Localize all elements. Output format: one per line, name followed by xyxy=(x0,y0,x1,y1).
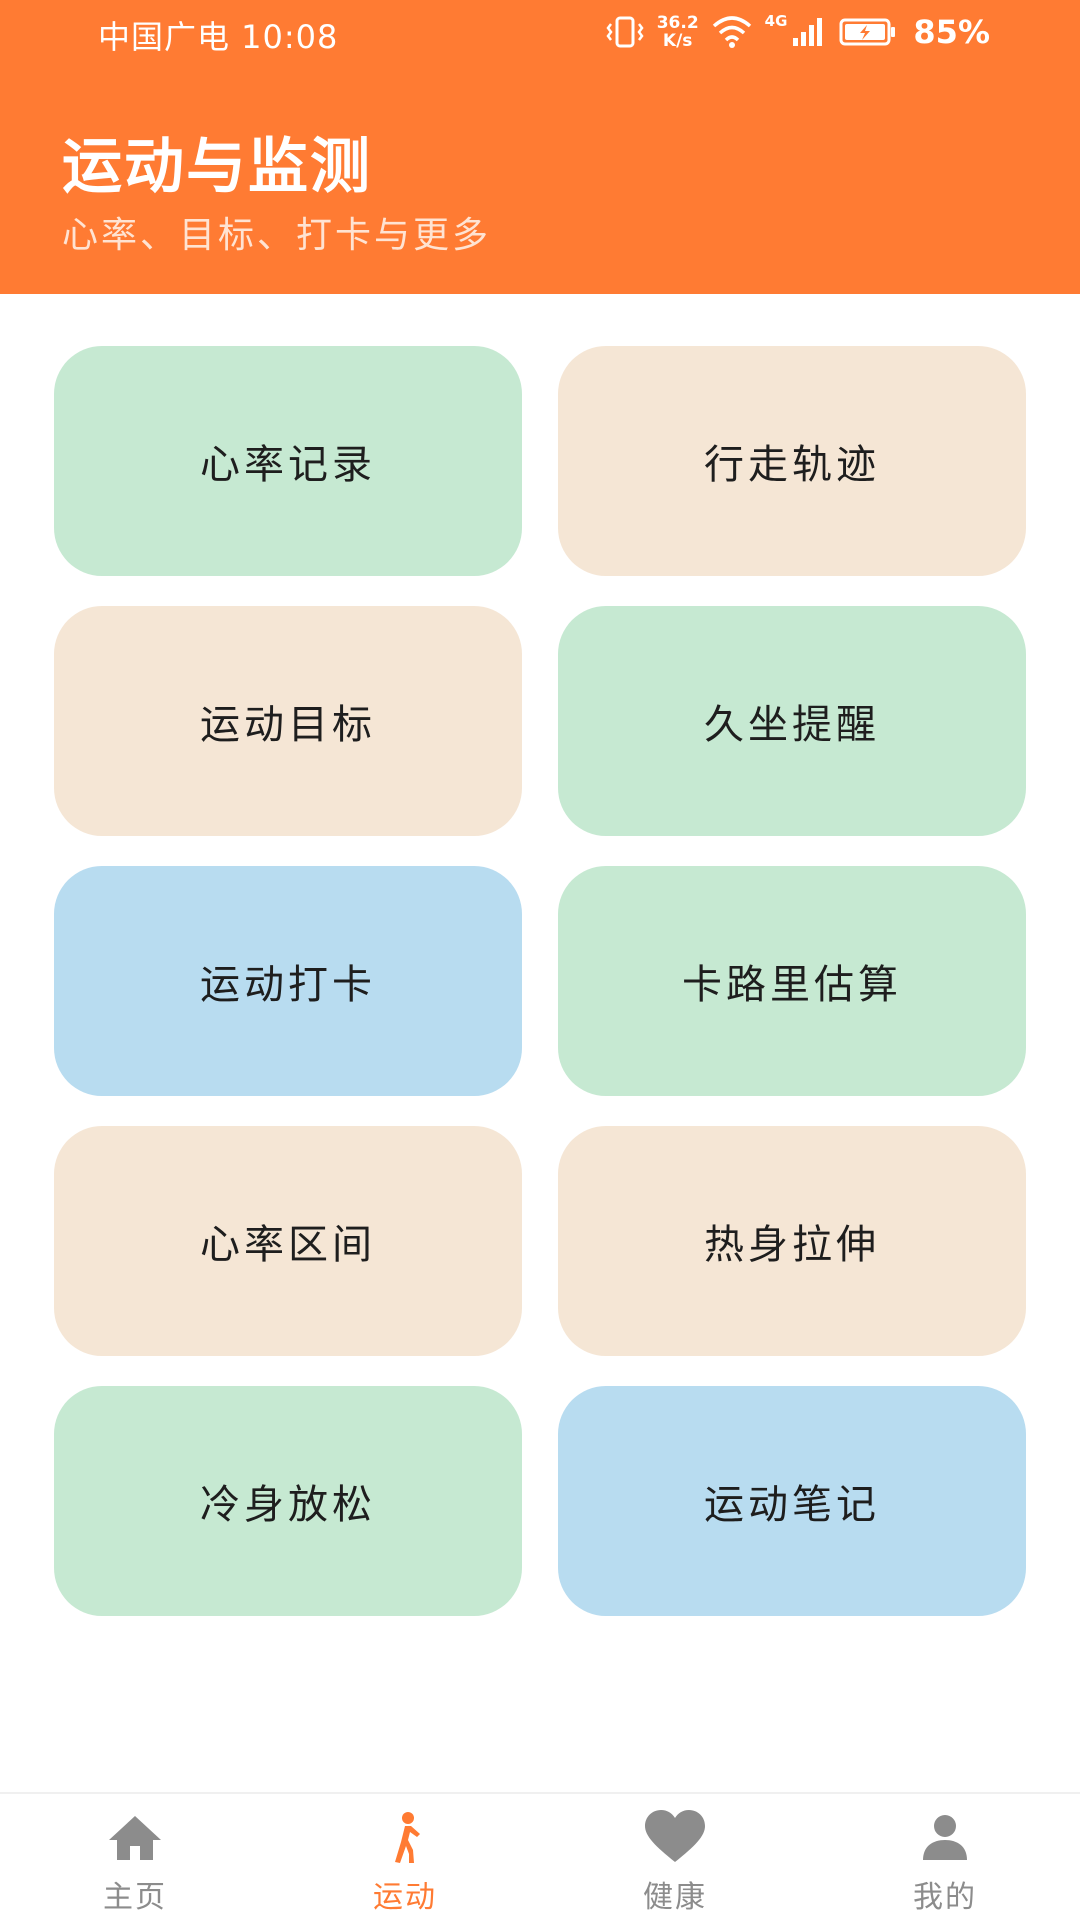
card-label: 热身拉伸 xyxy=(704,1222,880,1268)
status-icons: 36.2 K/s 4G 85% xyxy=(605,8,990,56)
app-screen: 中国广电 10:08 36.2 K/s 4G 85% 运动与监测 心率、目标、打… xyxy=(0,0,1080,1920)
status-bar: 中国广电 10:08 36.2 K/s 4G 85% xyxy=(0,0,1080,64)
card-walking-track[interactable]: 行走轨迹 xyxy=(558,346,1026,576)
card-heart-rate-zone[interactable]: 心率区间 xyxy=(54,1126,522,1356)
page-subtitle: 心率、目标、打卡与更多 xyxy=(62,215,492,256)
network-type: 4G xyxy=(764,12,788,30)
card-label: 心率区间 xyxy=(200,1222,376,1268)
signal-icon xyxy=(793,18,823,46)
home-icon xyxy=(109,1816,161,1860)
heart-icon xyxy=(645,1810,705,1862)
vibrate-icon xyxy=(606,16,644,48)
feature-grid: 心率记录 行走轨迹 运动目标 久坐提醒 运动打卡 卡路里估算 心率区间 热身拉伸… xyxy=(54,346,1026,1616)
card-label: 运动打卡 xyxy=(200,962,376,1008)
card-label: 运动笔记 xyxy=(704,1482,880,1528)
nav-mine[interactable]: 我的 xyxy=(810,1794,1080,1920)
card-check-in[interactable]: 运动打卡 xyxy=(54,866,522,1096)
person-icon xyxy=(923,1815,967,1860)
card-exercise-goal[interactable]: 运动目标 xyxy=(54,606,522,836)
net-speed: 36.2 K/s xyxy=(657,14,699,50)
card-label: 卡路里估算 xyxy=(682,962,902,1008)
card-label: 久坐提醒 xyxy=(704,702,880,748)
nav-label: 主页 xyxy=(103,1880,167,1915)
nav-exercise[interactable]: 运动 xyxy=(270,1794,540,1920)
card-warmup-stretch[interactable]: 热身拉伸 xyxy=(558,1126,1026,1356)
card-label: 冷身放松 xyxy=(200,1482,376,1528)
nav-health[interactable]: 健康 xyxy=(540,1794,810,1920)
carrier-time: 中国广电 10:08 xyxy=(98,18,339,56)
nav-label: 健康 xyxy=(643,1880,707,1915)
card-exercise-notes[interactable]: 运动笔记 xyxy=(558,1386,1026,1616)
card-label: 心率记录 xyxy=(200,442,376,488)
card-heart-rate-log[interactable]: 心率记录 xyxy=(54,346,522,576)
header: 中国广电 10:08 36.2 K/s 4G 85% 运动与监测 心率、目标、打… xyxy=(0,0,1080,294)
card-calorie-estimate[interactable]: 卡路里估算 xyxy=(558,866,1026,1096)
page-title: 运动与监测 xyxy=(62,132,372,202)
net-speed-unit: K/s xyxy=(662,31,693,51)
battery-percent: 85% xyxy=(913,13,990,51)
nav-label: 运动 xyxy=(373,1880,437,1915)
nav-label: 我的 xyxy=(913,1880,977,1915)
net-speed-value: 36.2 xyxy=(656,13,699,33)
card-cooldown[interactable]: 冷身放松 xyxy=(54,1386,522,1616)
card-label: 行走轨迹 xyxy=(704,442,880,488)
bottom-nav: 主页 运动 健康 我的 xyxy=(0,1792,1080,1920)
card-label: 运动目标 xyxy=(200,702,376,748)
nav-home[interactable]: 主页 xyxy=(0,1794,270,1920)
wifi-icon xyxy=(712,16,751,48)
card-sedentary-reminder[interactable]: 久坐提醒 xyxy=(558,606,1026,836)
running-icon xyxy=(395,1812,420,1863)
battery-icon xyxy=(839,18,896,46)
